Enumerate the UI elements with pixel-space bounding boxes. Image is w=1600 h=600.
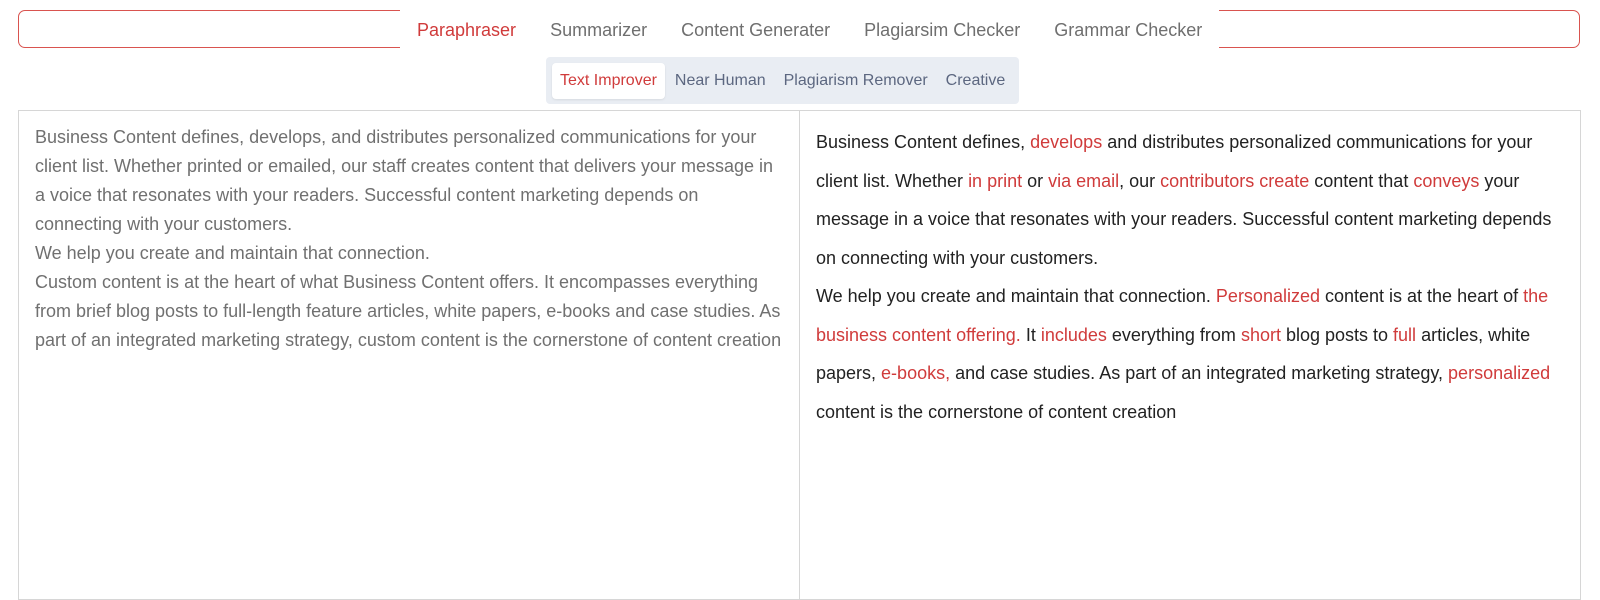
output-segment: content is the cornerstone of content cr… [816,401,1177,422]
changed-phrase[interactable]: conveys [1413,171,1479,191]
output-segment: blog posts to [1280,324,1394,345]
changed-phrase[interactable]: includes [1041,325,1107,345]
changed-phrase[interactable]: full [1393,325,1416,345]
changed-phrase[interactable]: develops [1030,132,1102,152]
output-segment: , our [1119,170,1161,191]
changed-phrase[interactable]: e-books, [881,363,950,383]
editor-panels: Business Content defines, develops, and … [18,110,1581,600]
input-panel: Business Content defines, develops, and … [19,111,800,599]
main-nav: Paraphraser Summarizer Content Generater… [400,10,1220,50]
mode-selector: Text Improver Near Human Plagiarism Remo… [546,57,1020,104]
changed-phrase[interactable]: personalized [1448,363,1550,383]
mode-plagiarism-remover[interactable]: Plagiarism Remover [776,63,936,99]
changed-phrase[interactable]: contributors create [1160,171,1309,191]
tab-grammar-checker[interactable]: Grammar Checker [1037,10,1219,50]
output-segment: It [1020,324,1041,345]
tab-content-generater[interactable]: Content Generater [664,10,847,50]
output-segment: Business Content defines, [816,132,1031,152]
output-segment: everything from [1106,324,1241,345]
changed-phrase[interactable]: Personalized [1216,286,1320,306]
input-textarea[interactable]: Business Content defines, develops, and … [35,123,783,587]
output-segment: and case studies. As part of an integrat… [950,363,1449,383]
changed-phrase[interactable]: in print [968,171,1022,191]
mode-creative[interactable]: Creative [938,63,1014,99]
mode-near-human[interactable]: Near Human [667,63,774,99]
tab-plagiarsim-checker[interactable]: Plagiarsim Checker [847,10,1037,50]
tab-paraphraser[interactable]: Paraphraser [400,10,533,50]
output-text: Business Content defines, develops and d… [800,111,1580,599]
changed-phrase[interactable]: via email [1048,171,1119,191]
mode-text-improver[interactable]: Text Improver [552,62,665,99]
tab-summarizer[interactable]: Summarizer [533,10,664,50]
output-segment: or [1022,170,1049,191]
changed-phrase[interactable]: short [1241,325,1281,345]
output-segment: We help you create and maintain that con… [816,286,1216,306]
output-segment: content is at the heart of [1319,286,1524,306]
output-segment: content that [1309,170,1414,191]
